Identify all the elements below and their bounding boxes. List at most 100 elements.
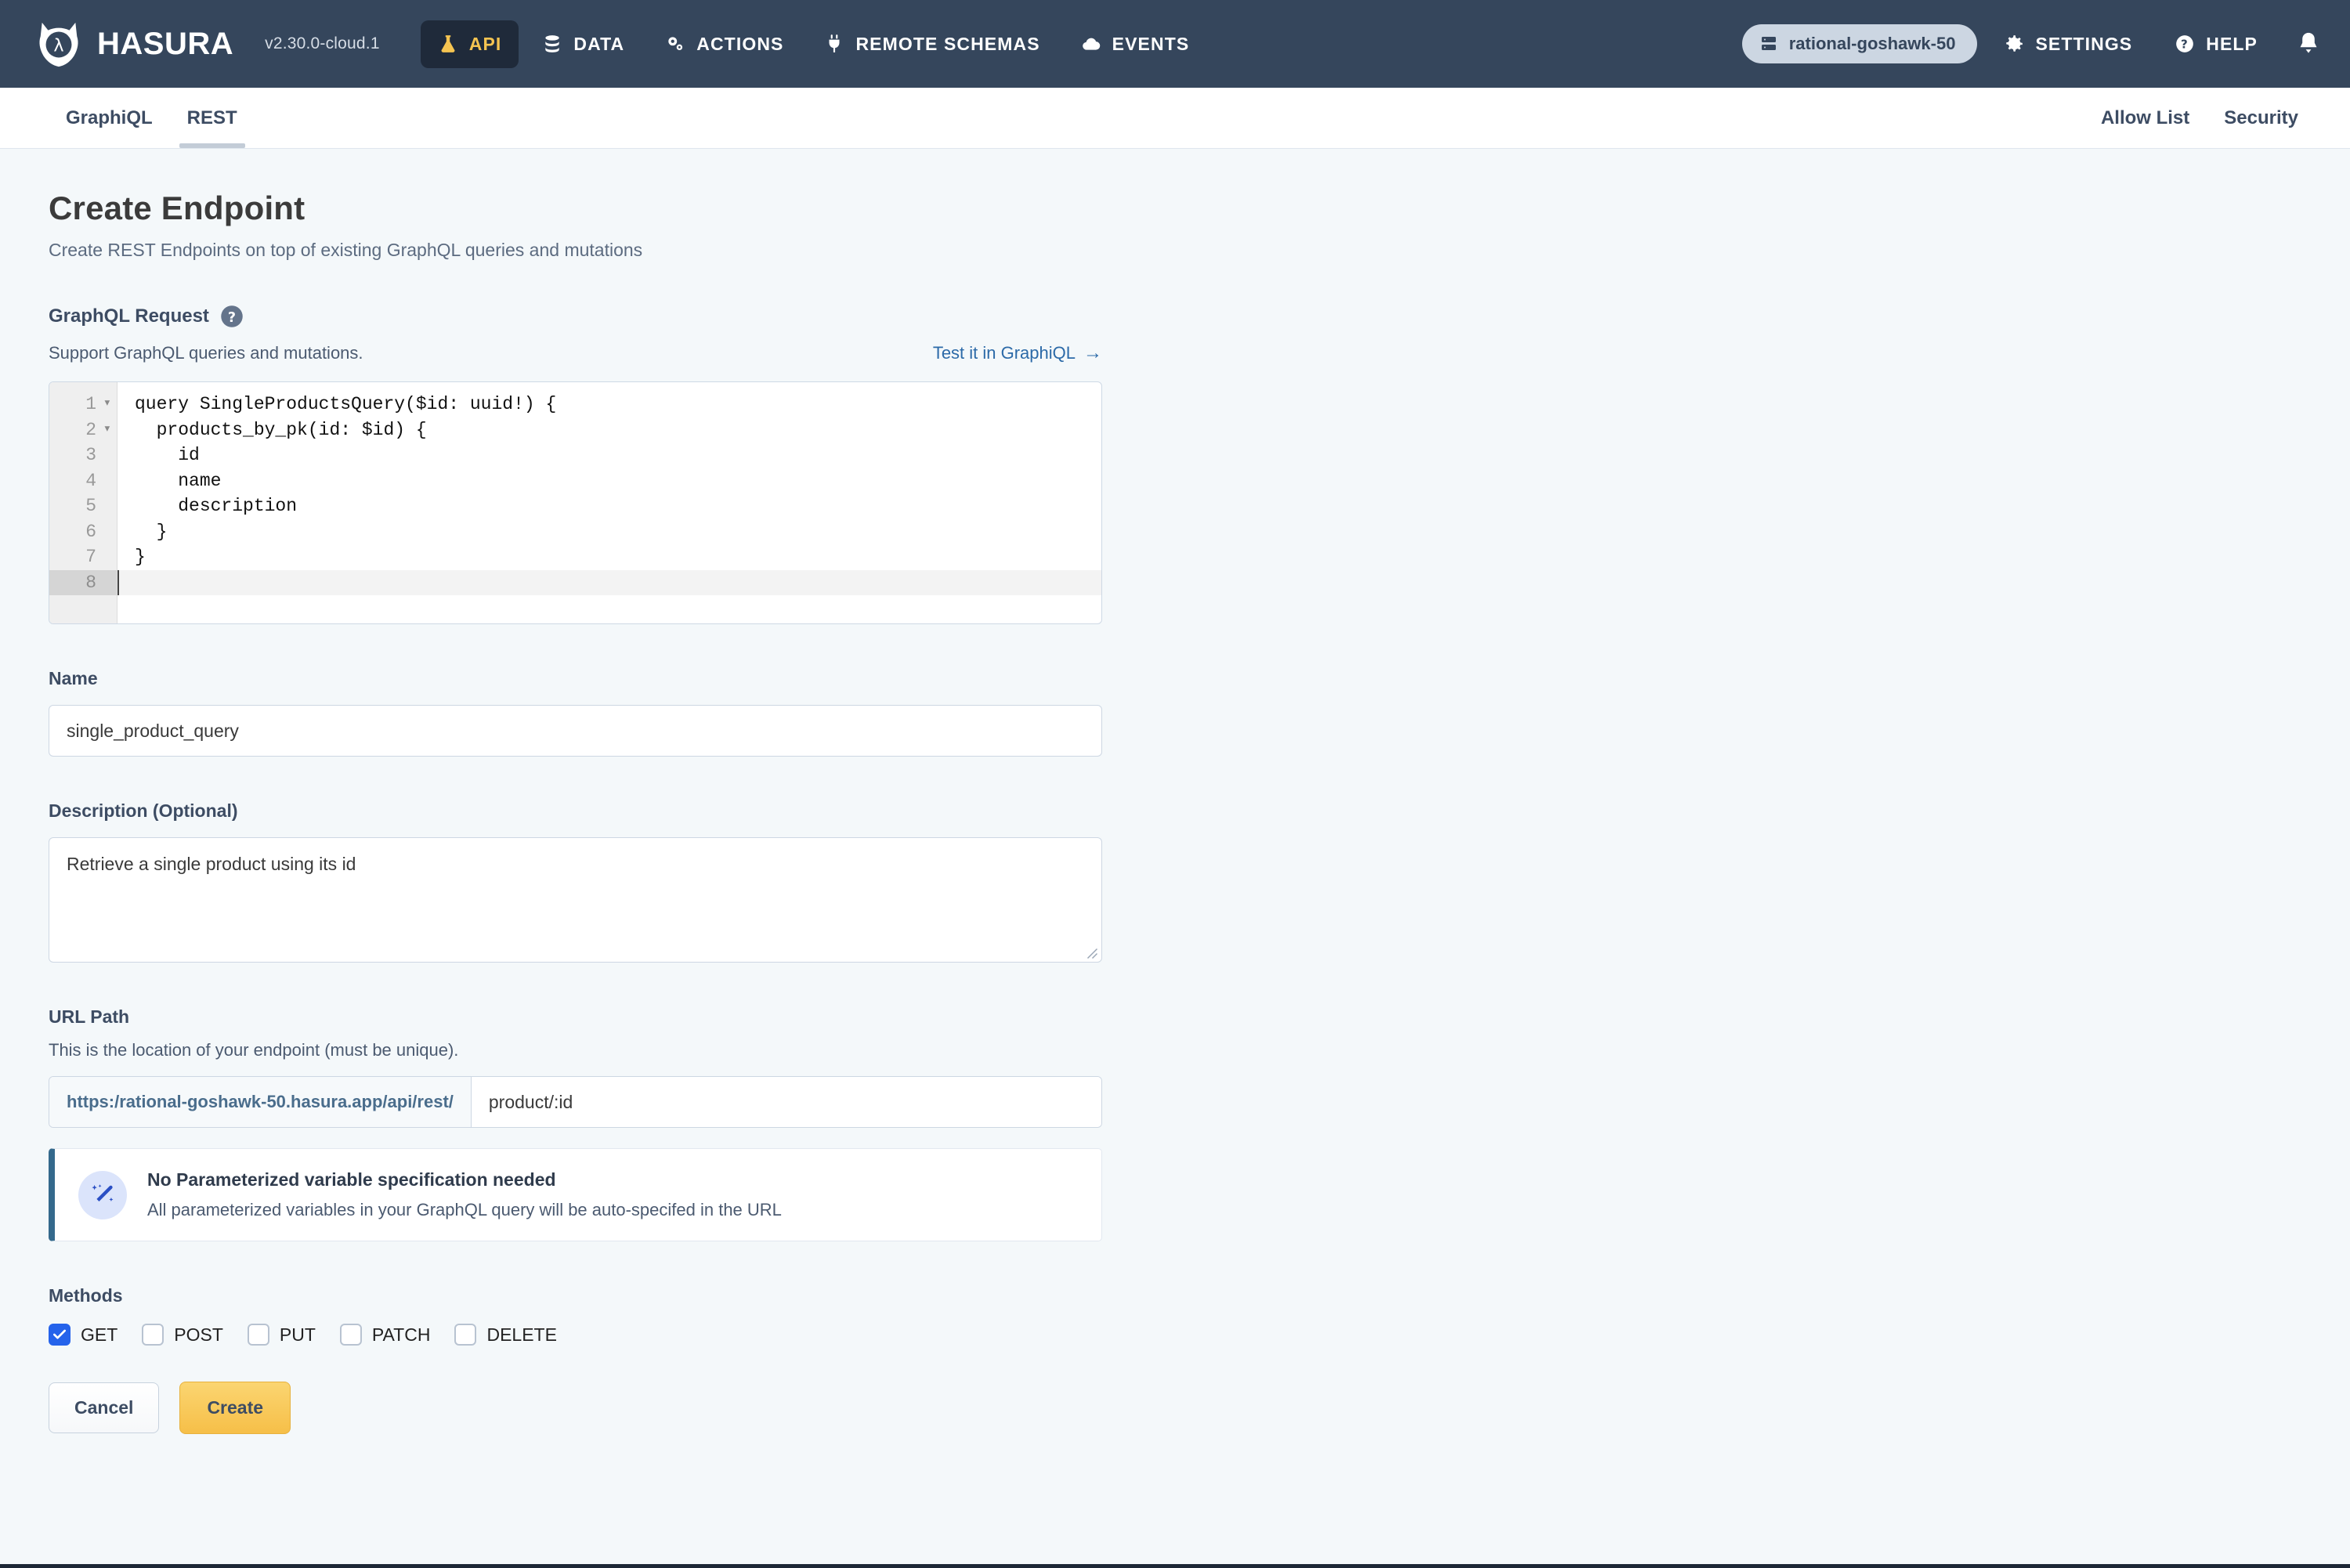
test-in-graphiql-label: Test it in GraphiQL: [933, 343, 1076, 363]
graphql-request-label: GraphQL Request: [49, 305, 209, 327]
description-section: Description (Optional): [49, 800, 2301, 963]
name-section: Name: [49, 668, 2301, 757]
editor-code-line: }: [128, 519, 1101, 545]
checkbox-put[interactable]: [248, 1324, 269, 1346]
method-option-put[interactable]: PUT: [248, 1324, 316, 1346]
editor-line-number: 7: [49, 544, 117, 570]
nav-item-actions[interactable]: ACTIONS: [648, 20, 801, 68]
editor-code-area[interactable]: query SingleProductsQuery($id: uuid!) { …: [118, 382, 1101, 623]
nav-item-help[interactable]: ? HELP: [2159, 20, 2273, 68]
method-label-patch: PATCH: [372, 1324, 431, 1346]
checkbox-post[interactable]: [142, 1324, 164, 1346]
test-in-graphiql-link[interactable]: Test it in GraphiQL →: [933, 342, 1102, 364]
nav-item-remote-schemas[interactable]: REMOTE SCHEMAS: [807, 20, 1057, 68]
cloud-icon: [1081, 34, 1101, 54]
tab-security[interactable]: Security: [2207, 88, 2316, 148]
magic-wand-icon: [78, 1171, 127, 1219]
tab-rest[interactable]: REST: [170, 88, 255, 148]
method-label-get: GET: [81, 1324, 118, 1346]
editor-line-number: 8: [49, 570, 117, 596]
editor-code-line: [118, 570, 1101, 596]
nav-item-help-label: HELP: [2206, 34, 2258, 55]
editor-line-number: 1: [49, 392, 117, 417]
database-icon: [542, 34, 562, 54]
tab-graphiql[interactable]: GraphiQL: [49, 88, 170, 148]
nav-item-events[interactable]: EVENTS: [1064, 20, 1207, 68]
name-label: Name: [49, 668, 2301, 689]
nav-item-settings-label: SETTINGS: [2035, 34, 2132, 55]
methods-checkbox-group: GET POST PUT PATCH DELETE: [49, 1324, 2301, 1346]
brand-name: HASURA: [97, 28, 233, 60]
graphql-request-description: Support GraphQL queries and mutations.: [49, 343, 363, 363]
checkbox-get[interactable]: [49, 1324, 70, 1346]
plug-icon: [824, 34, 844, 54]
url-path-prefix: https:/rational-goshawk-50.hasura.app/ap…: [49, 1077, 472, 1127]
graphql-request-meta: Support GraphQL queries and mutations. T…: [49, 342, 1102, 364]
editor-code-line: description: [128, 493, 1101, 519]
method-label-delete: DELETE: [486, 1324, 556, 1346]
editor-line-number: 5: [49, 493, 117, 519]
question-circle-icon[interactable]: ?: [220, 305, 244, 328]
graphql-request-section: GraphQL Request ? Support GraphQL querie…: [49, 305, 2301, 624]
notice-text-group: No Parameterized variable specification …: [147, 1169, 782, 1220]
sub-nav-right-group: Allow List Security: [2084, 88, 2316, 148]
top-right-group: rational-goshawk-50 SETTINGS ? HELP: [1742, 20, 2322, 68]
notice-body: All parameterized variables in your Grap…: [147, 1200, 782, 1220]
editor-code-line: id: [128, 443, 1101, 468]
method-label-post: POST: [174, 1324, 223, 1346]
graphql-query-editor[interactable]: 12345678 query SingleProductsQuery($id: …: [49, 381, 1102, 624]
tab-security-label: Security: [2224, 107, 2298, 129]
flask-icon: [438, 34, 458, 54]
page-title: Create Endpoint: [49, 190, 2301, 227]
main-nav: API DATA ACTIONS REMOTE SCHEMAS EVENTS: [421, 20, 1207, 68]
editor-code-line: query SingleProductsQuery($id: uuid!) {: [128, 392, 1101, 417]
editor-code-line: products_by_pk(id: $id) {: [128, 417, 1101, 443]
editor-code-line: }: [128, 544, 1101, 570]
brand[interactable]: λ HASURA v2.30.0-cloud.1: [34, 20, 380, 68]
create-endpoint-page: Create Endpoint Create REST Endpoints on…: [0, 149, 2350, 1481]
create-button[interactable]: Create: [179, 1382, 291, 1434]
cancel-button[interactable]: Cancel: [49, 1382, 159, 1433]
tab-graphiql-label: GraphiQL: [66, 107, 153, 129]
methods-label: Methods: [49, 1285, 2301, 1306]
server-icon: [1759, 34, 1778, 53]
method-option-post[interactable]: POST: [142, 1324, 223, 1346]
tab-allow-list[interactable]: Allow List: [2084, 88, 2207, 148]
nav-item-data[interactable]: DATA: [525, 20, 642, 68]
method-label-put: PUT: [280, 1324, 316, 1346]
nav-item-settings[interactable]: SETTINGS: [1988, 20, 2148, 68]
svg-text:λ: λ: [53, 36, 63, 56]
svg-text:?: ?: [2181, 37, 2189, 51]
editor-line-number: 3: [49, 443, 117, 468]
description-textarea[interactable]: [49, 837, 1102, 963]
url-path-label: URL Path: [49, 1006, 2301, 1028]
description-label: Description (Optional): [49, 800, 2301, 822]
method-option-delete[interactable]: DELETE: [454, 1324, 556, 1346]
form-actions: Cancel Create: [49, 1382, 2301, 1481]
nav-item-api-label: API: [469, 34, 502, 55]
method-option-get[interactable]: GET: [49, 1324, 118, 1346]
gears-icon: [665, 34, 685, 54]
editor-line-number-gutter: 12345678: [49, 382, 118, 623]
nav-item-api[interactable]: API: [421, 20, 519, 68]
nav-item-events-label: EVENTS: [1112, 34, 1190, 55]
checkbox-patch[interactable]: [340, 1324, 362, 1346]
hasura-logo-icon: λ: [34, 20, 83, 68]
name-input[interactable]: [49, 705, 1102, 757]
nav-item-actions-label: ACTIONS: [696, 34, 783, 55]
bell-icon[interactable]: [2295, 31, 2322, 57]
editor-line-number: 4: [49, 468, 117, 494]
tab-allow-list-label: Allow List: [2101, 107, 2189, 129]
notice-title: No Parameterized variable specification …: [147, 1169, 782, 1190]
url-path-input[interactable]: [472, 1077, 1101, 1127]
editor-line-number: 6: [49, 519, 117, 545]
editor-code-line: name: [128, 468, 1101, 494]
graphql-request-header: GraphQL Request ?: [49, 305, 2301, 328]
gear-icon: [2004, 34, 2024, 54]
url-path-row: https:/rational-goshawk-50.hasura.app/ap…: [49, 1076, 1102, 1128]
arrow-right-icon: →: [1083, 342, 1102, 364]
project-selector[interactable]: rational-goshawk-50: [1742, 24, 1978, 63]
method-option-patch[interactable]: PATCH: [340, 1324, 431, 1346]
checkbox-delete[interactable]: [454, 1324, 476, 1346]
url-path-section: URL Path This is the location of your en…: [49, 1006, 2301, 1241]
